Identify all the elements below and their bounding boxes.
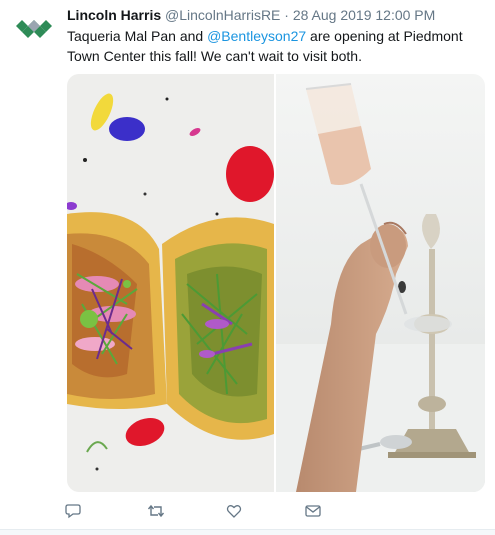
header-separator: ·: [284, 7, 289, 23]
tweet-card[interactable]: Lincoln Harris @LincolnHarrisRE · 28 Aug…: [0, 0, 495, 530]
tweet-header: Lincoln Harris @LincolnHarrisRE · 28 Aug…: [67, 6, 485, 24]
tweet-text: Taqueria Mal Pan and @Bentleyson27 are o…: [67, 26, 477, 66]
message-button[interactable]: [302, 500, 324, 522]
retweet-icon: [147, 504, 165, 518]
avatar[interactable]: [12, 8, 56, 52]
author-name[interactable]: Lincoln Harris: [67, 7, 161, 23]
timeline-gap: [0, 530, 495, 535]
tweet-timestamp[interactable]: 28 Aug 2019 12:00 PM: [293, 7, 435, 23]
tweet-media: [67, 74, 485, 492]
tweet-text-start: Taqueria Mal Pan and: [67, 28, 208, 44]
champagne-toast-photo[interactable]: [276, 74, 485, 492]
retweet-button[interactable]: [145, 500, 167, 522]
tweet-actions: [65, 500, 485, 522]
lincoln-harris-logo-icon: [16, 20, 52, 38]
heart-icon: [226, 505, 242, 518]
reply-icon: [65, 504, 81, 519]
reply-button[interactable]: [62, 500, 84, 522]
mention-link[interactable]: @Bentleyson27: [207, 28, 306, 44]
like-button[interactable]: [223, 500, 245, 522]
tacos-photo[interactable]: [67, 74, 274, 492]
envelope-icon: [305, 505, 321, 517]
author-handle[interactable]: @LincolnHarrisRE: [165, 7, 280, 23]
